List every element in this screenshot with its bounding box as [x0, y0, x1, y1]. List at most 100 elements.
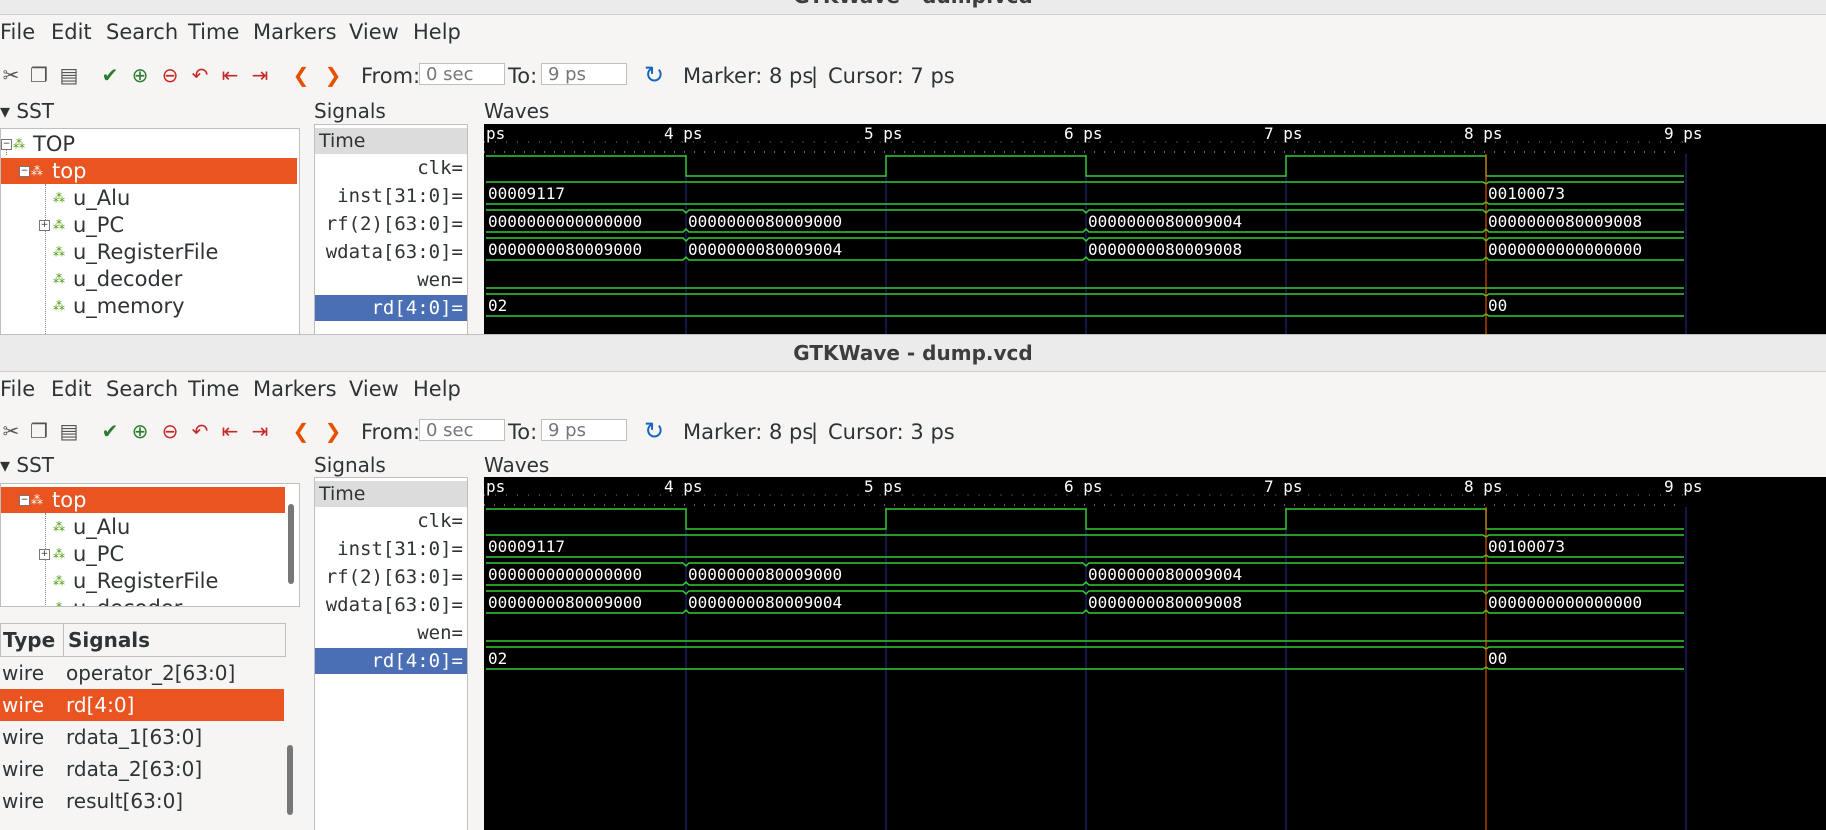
undo-zoom-icon[interactable]: ↶ — [189, 64, 211, 86]
zoom-fit-icon[interactable]: ✔ — [99, 64, 121, 86]
collapse-toggle[interactable]: − — [19, 166, 30, 177]
waves-pane[interactable]: ps 4 ps 5 ps 6 ps 7 ps 8 ps 9 ps 0000911… — [484, 477, 1826, 830]
menu-file[interactable]: File — [0, 20, 35, 44]
zoom-in-icon[interactable]: ⊕ — [129, 64, 151, 86]
menu-search[interactable]: Search — [106, 20, 178, 44]
to-input[interactable]: 9 ps — [541, 419, 627, 441]
cut-icon[interactable]: ✂ — [0, 64, 22, 86]
expand-toggle[interactable]: + — [39, 220, 50, 231]
sst-tree: − ⁂ TOP − ⁂ top ⁂ u_Alu + ⁂ u_PC ⁂ u_Reg… — [0, 128, 300, 334]
signal-rd[interactable]: rd[4:0]= — [315, 648, 467, 674]
from-label: From: — [361, 64, 421, 88]
signal-clk[interactable]: clk= — [315, 508, 467, 534]
menu-help[interactable]: Help — [413, 20, 461, 44]
wave-value: 0000000080009008 — [1088, 240, 1243, 259]
type-list-row[interactable]: wire rdata_1[63:0] — [0, 721, 284, 753]
paste-icon[interactable]: ▤ — [58, 420, 80, 442]
signal-wen[interactable]: wen= — [315, 267, 467, 293]
module-icon: ⁂ — [53, 547, 65, 561]
waves-title: Waves — [484, 99, 550, 123]
menu-help[interactable]: Help — [413, 377, 461, 401]
next-edge-icon[interactable]: ❯ — [322, 420, 344, 442]
waves-pane[interactable]: ps 4 ps 5 ps 6 ps 7 ps 8 ps 9 ps 0000911… — [484, 124, 1826, 334]
zoom-start-icon[interactable]: ⇤ — [219, 420, 241, 442]
module-icon: ⁂ — [53, 272, 65, 286]
menu-view[interactable]: View — [349, 20, 399, 44]
type-list-row[interactable]: wire rdata_2[63:0] — [0, 753, 284, 785]
tree-scrollbar[interactable] — [288, 504, 294, 584]
signal-rd[interactable]: rd[4:0]= — [315, 295, 467, 321]
wave-value: 02 — [488, 649, 508, 668]
menu-markers[interactable]: Markers — [253, 377, 337, 401]
expand-toggle[interactable]: + — [39, 549, 50, 560]
zoom-in-icon[interactable]: ⊕ — [129, 420, 151, 442]
wave-value: 00009117 — [488, 184, 566, 203]
tree-label: u_Alu — [73, 515, 131, 539]
type-list-row[interactable]: wire rd[4:0] — [0, 689, 284, 721]
cut-icon[interactable]: ✂ — [0, 420, 22, 442]
menu-view[interactable]: View — [349, 377, 399, 401]
sst-title: ▾ SST — [0, 453, 55, 477]
tree-item-u_PC[interactable]: + ⁂ u_PC — [1, 212, 297, 238]
type-column-header[interactable]: Type — [3, 624, 55, 656]
type-list-row[interactable]: wire operator_2[63:0] — [0, 657, 284, 689]
paste-icon[interactable]: ▤ — [58, 64, 80, 86]
undo-zoom-icon[interactable]: ↶ — [189, 420, 211, 442]
tree-label: u_PC — [73, 213, 125, 237]
wave-value: 0000000080009004 — [1088, 565, 1243, 584]
from-input[interactable]: 0 sec — [419, 419, 505, 441]
tree-item-top[interactable]: − ⁂ top — [1, 487, 285, 513]
collapse-toggle[interactable]: − — [19, 495, 30, 506]
signals-column-header[interactable]: Signals — [63, 624, 150, 656]
tree-item-u_Alu[interactable]: ⁂ u_Alu — [1, 185, 297, 211]
tree-item-TOP[interactable]: − ⁂ TOP — [1, 131, 297, 157]
signals-title: Signals — [314, 99, 386, 123]
signal-inst[interactable]: inst[31:0]= — [315, 536, 467, 562]
from-input[interactable]: 0 sec — [419, 63, 505, 85]
menubar: File Edit Search Time Markers View Help — [0, 371, 1826, 405]
signal-wen[interactable]: wen= — [315, 620, 467, 646]
copy-icon[interactable]: ❐ — [28, 64, 50, 86]
next-edge-icon[interactable]: ❯ — [322, 64, 344, 86]
zoom-end-icon[interactable]: ⇥ — [249, 64, 271, 86]
collapse-toggle[interactable]: − — [1, 139, 12, 150]
zoom-out-icon[interactable]: ⊖ — [159, 64, 181, 86]
tree-item-u_Alu[interactable]: ⁂ u_Alu — [1, 514, 297, 540]
tree-item-u_decoder[interactable]: ⁂ u_decoder — [1, 595, 297, 606]
tree-item-u_RegisterFile[interactable]: ⁂ u_RegisterFile — [1, 568, 297, 594]
menu-edit[interactable]: Edit — [51, 20, 92, 44]
menu-search[interactable]: Search — [106, 377, 178, 401]
menu-time[interactable]: Time — [188, 20, 239, 44]
signal-wdata[interactable]: wdata[63:0]= — [315, 592, 467, 618]
menu-markers[interactable]: Markers — [253, 20, 337, 44]
signal-inst[interactable]: inst[31:0]= — [315, 183, 467, 209]
type-list-row[interactable]: wire result[63:0] — [0, 785, 284, 817]
tree-label: u_decoder — [73, 595, 182, 606]
zoom-start-icon[interactable]: ⇤ — [219, 64, 241, 86]
reload-icon[interactable]: ↻ — [643, 63, 665, 87]
reload-icon[interactable]: ↻ — [643, 419, 665, 443]
zoom-out-icon[interactable]: ⊖ — [159, 420, 181, 442]
signal-rf2[interactable]: rf(2)[63:0]= — [315, 564, 467, 590]
tree-item-u_RegisterFile[interactable]: ⁂ u_RegisterFile — [1, 239, 297, 265]
menu-edit[interactable]: Edit — [51, 377, 92, 401]
tree-item-u_decoder[interactable]: ⁂ u_decoder — [1, 266, 297, 292]
tree-item-u_memory[interactable]: ⁂ u_memory — [1, 293, 297, 319]
tree-item-top[interactable]: − ⁂ top — [1, 158, 297, 184]
zoom-fit-icon[interactable]: ✔ — [99, 420, 121, 442]
copy-icon[interactable]: ❐ — [28, 420, 50, 442]
tree-item-u_PC[interactable]: + ⁂ u_PC — [1, 541, 297, 567]
signals-pane: Time clk= inst[31:0]= rf(2)[63:0]= wdata… — [314, 124, 468, 334]
to-input[interactable]: 9 ps — [541, 63, 627, 85]
menu-time[interactable]: Time — [188, 377, 239, 401]
signal-clk[interactable]: clk= — [315, 155, 467, 181]
prev-edge-icon[interactable]: ❮ — [290, 64, 312, 86]
prev-edge-icon[interactable]: ❮ — [290, 420, 312, 442]
menu-file[interactable]: File — [0, 377, 35, 401]
signal-rf2[interactable]: rf(2)[63:0]= — [315, 211, 467, 237]
signals-title: Signals — [314, 453, 386, 477]
signal-wdata[interactable]: wdata[63:0]= — [315, 239, 467, 265]
type-list-scrollbar[interactable] — [287, 745, 293, 815]
zoom-end-icon[interactable]: ⇥ — [249, 420, 271, 442]
wave-value: 0000000080009008 — [1488, 212, 1643, 231]
